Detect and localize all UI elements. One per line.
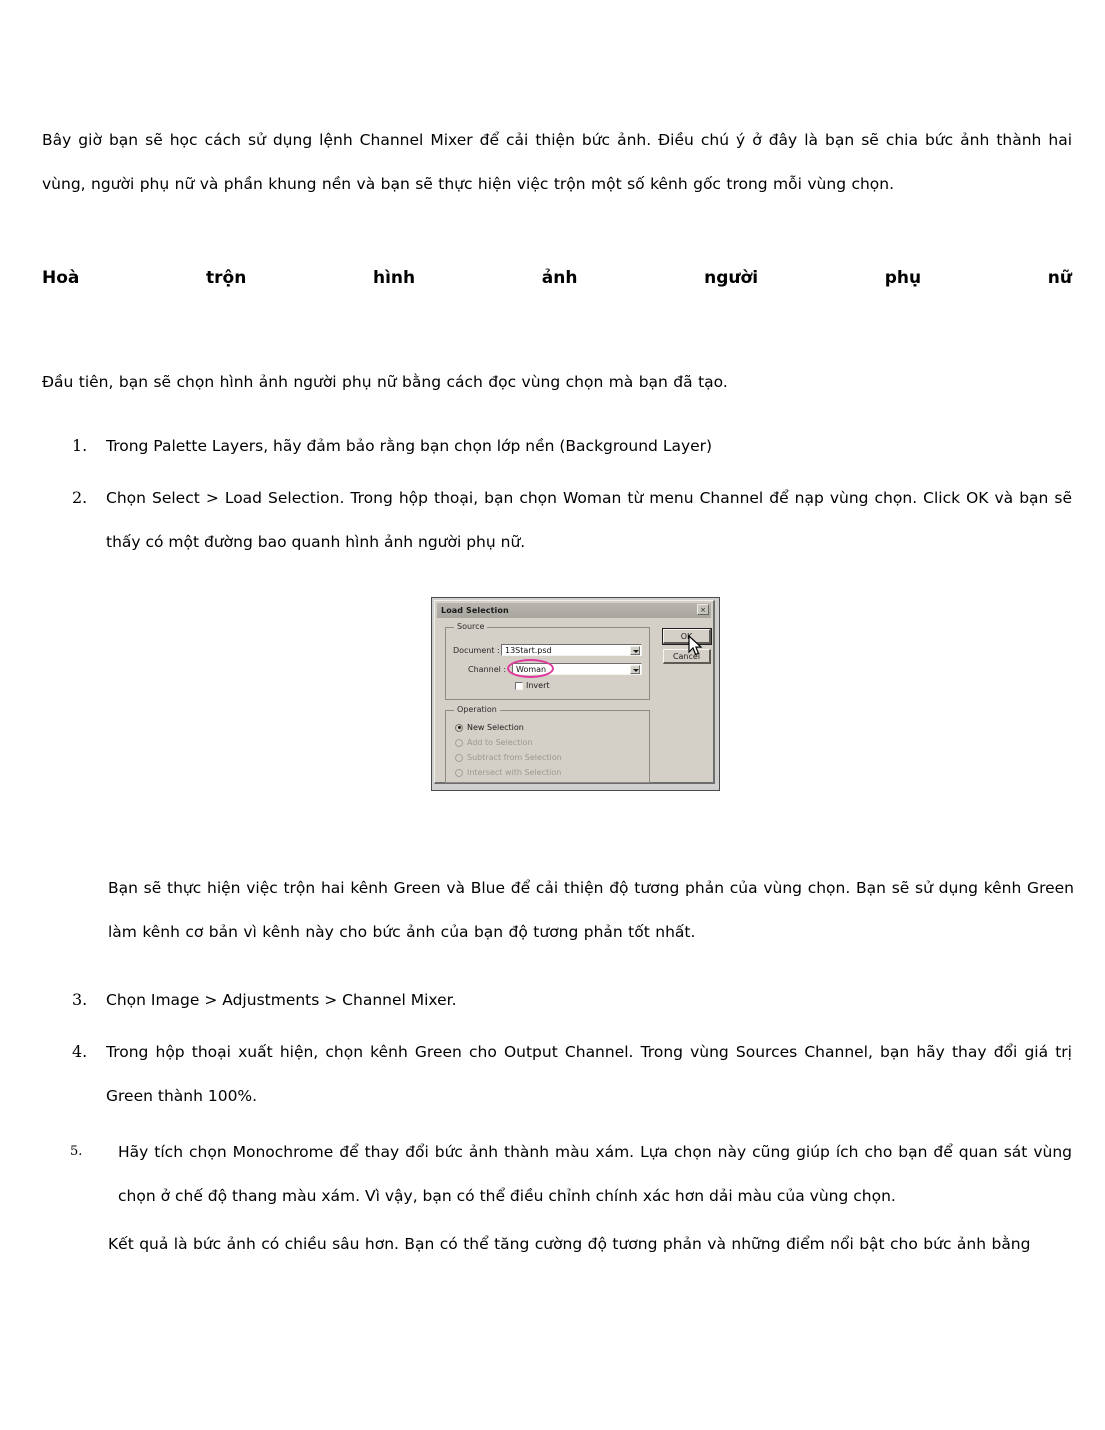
heading-word-2: trộn [206, 268, 247, 288]
channel-highlight-ellipse [507, 659, 554, 678]
heading-word-1: Hoà [42, 268, 80, 288]
operation-label: Add to Selection [467, 738, 533, 747]
list-item: 5. Hãy tích chọn Monochrome để thay đổi … [42, 1130, 1072, 1218]
operation-label: New Selection [467, 723, 524, 732]
dialog-titlebar: Load Selection × [437, 603, 711, 618]
list-item-text: Chọn Select > Load Selection. Trong hộp … [106, 489, 1072, 551]
invert-checkbox-row[interactable]: Invert [515, 681, 550, 690]
list-item: 1. Trong Palette Layers, hãy đảm bảo rằn… [42, 424, 1072, 468]
radio-icon[interactable] [455, 723, 463, 732]
list-item: 3. Chọn Image > Adjustments > Channel Mi… [42, 978, 1072, 1022]
list-item: 2. Chọn Select > Load Selection. Trong h… [42, 476, 1072, 564]
tail-paragraph: Kết quả là bức ảnh có chiều sâu hơn. Bạn… [108, 1235, 1031, 1253]
operation-label: Subtract from Selection [467, 753, 562, 762]
chevron-down-icon[interactable] [630, 646, 640, 655]
list-item-number: 3. [72, 990, 88, 1009]
heading-word-6: phụ [884, 268, 922, 288]
close-icon[interactable]: × [697, 604, 709, 615]
heading-word-7: nữ [1047, 268, 1072, 288]
indented-paragraph: Bạn sẽ thực hiện việc trộn hai kênh Gree… [108, 879, 1074, 941]
list-item-text: Trong hộp thoại xuất hiện, chọn kênh Gre… [106, 1043, 1072, 1105]
list-item-text: Chọn Image > Adjustments > Channel Mixer… [106, 991, 457, 1009]
steps-list-c: 5. Hãy tích chọn Monochrome để thay đổi … [42, 1130, 1072, 1226]
list-item-text: Trong Palette Layers, hãy đảm bảo rằng b… [106, 437, 713, 455]
list-item-text: Hãy tích chọn Monochrome để thay đổi bức… [118, 1143, 1072, 1205]
document-page: Bây giờ bạn sẽ học cách sử dụng lệnh Cha… [0, 0, 1105, 1430]
load-selection-dialog: Load Selection × Source Document : 13Sta… [434, 600, 715, 784]
operation-label: Intersect with Selection [467, 768, 562, 777]
list-item: 4. Trong hộp thoại xuất hiện, chọn kênh … [42, 1030, 1072, 1118]
heading-word-4: ảnh [541, 268, 578, 288]
first-paragraph: Đầu tiên, bạn sẽ chọn hình ảnh người phụ… [42, 373, 728, 391]
operation-intersect-with-selection: Intersect with Selection [455, 768, 561, 777]
operation-add-to-selection: Add to Selection [455, 738, 532, 747]
list-item-number: 4. [72, 1042, 88, 1061]
chevron-down-icon[interactable] [630, 665, 640, 674]
source-group-label: Source [454, 622, 488, 631]
document-select-value: 13Start.psd [505, 646, 552, 655]
operation-new-selection[interactable]: New Selection [455, 723, 524, 732]
list-item-number: 2. [72, 488, 88, 507]
list-item-number: 1. [72, 436, 88, 455]
heading-word-5: người [704, 268, 759, 288]
invert-label: Invert [526, 681, 550, 690]
steps-list-a: 1. Trong Palette Layers, hãy đảm bảo rằn… [42, 424, 1072, 572]
load-selection-dialog-screenshot: Load Selection × Source Document : 13Sta… [431, 597, 720, 791]
operation-subtract-from-selection: Subtract from Selection [455, 753, 562, 762]
document-field-label: Document : [453, 646, 500, 655]
channel-field-label: Channel : [468, 665, 507, 674]
heading-word-3: hình [373, 268, 416, 288]
radio-icon [455, 768, 463, 777]
invert-checkbox[interactable] [515, 681, 523, 690]
operation-group-label: Operation [454, 705, 500, 714]
steps-list-b: 3. Chọn Image > Adjustments > Channel Mi… [42, 978, 1072, 1126]
list-item-number: 5. [70, 1144, 83, 1159]
document-select[interactable]: 13Start.psd [501, 644, 642, 656]
section-heading: Hoà trộn hình ảnh người phụ nữ [42, 268, 1072, 288]
radio-icon [455, 753, 463, 762]
dialog-title: Load Selection [441, 606, 509, 615]
radio-icon [455, 738, 463, 747]
intro-paragraph: Bây giờ bạn sẽ học cách sử dụng lệnh Cha… [42, 131, 1072, 193]
